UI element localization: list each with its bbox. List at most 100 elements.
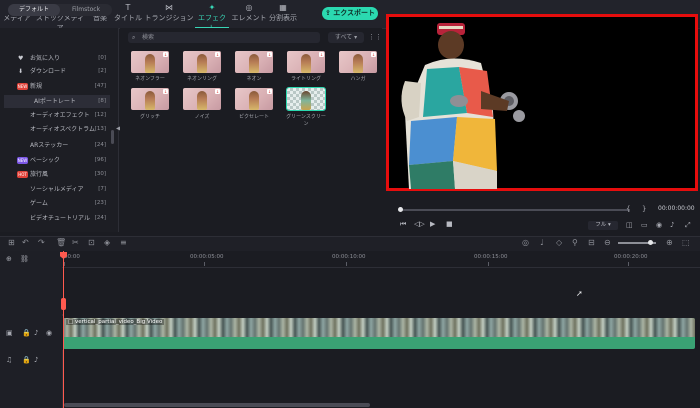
category-ar-stickers[interactable]: ARステッカー [24] xyxy=(0,139,110,152)
ruler-label: 00:00:15:00 xyxy=(474,254,508,260)
layout-icon[interactable]: ⊞ xyxy=(8,238,15,247)
download-icon: ↓ xyxy=(267,52,272,57)
color-icon[interactable]: ◈ xyxy=(104,238,110,247)
track-headers: ⊕ ⛓ ▣ 🔒 ♪ ◉ ♫ 🔒 ♪ xyxy=(0,251,63,408)
play-icon[interactable]: ▶ xyxy=(430,220,435,228)
ruler-label: 00:00:10:00 xyxy=(332,254,366,260)
timeline-scrollbar[interactable] xyxy=(64,403,370,407)
camera-icon[interactable]: ◉ xyxy=(656,221,662,229)
effect-thumbnail[interactable]: ↓ xyxy=(183,51,221,73)
sparkle-icon: ✦ xyxy=(208,3,216,12)
audio-mixer-icon[interactable]: ≡ xyxy=(120,238,127,247)
hot-badge: HOT xyxy=(17,171,28,178)
split-clip-icon[interactable]: ✂ xyxy=(72,238,79,247)
grid-view-icon[interactable]: ⋮⋮ xyxy=(368,32,382,43)
video-track-icon: ▣ xyxy=(6,329,13,337)
undo-icon[interactable]: ↶ xyxy=(22,238,29,247)
download-icon: ↓ xyxy=(215,89,220,94)
audio-track-icon: ♫ xyxy=(6,356,13,364)
category-audio-effects[interactable]: オーディオエフェクト [12] xyxy=(0,109,110,122)
link-icon[interactable]: ⛓ xyxy=(20,255,29,263)
split-screen-icon[interactable]: ⊟ xyxy=(588,238,595,247)
tab-transitions[interactable]: ⋈ トランジション xyxy=(144,3,194,27)
category-scrollbar[interactable] xyxy=(111,130,114,144)
ruler-label: 00:00:05:00 xyxy=(190,254,224,260)
empty-track[interactable] xyxy=(62,268,700,314)
effect-thumbnail[interactable]: ↓ xyxy=(131,88,169,110)
preview-scrubber[interactable] xyxy=(398,207,630,212)
mark-in-icon[interactable]: { xyxy=(626,205,630,213)
display-icon[interactable]: ▭ xyxy=(641,221,648,229)
tab-titles[interactable]: T タイトル xyxy=(113,3,143,27)
lock-icon[interactable]: 🔒 xyxy=(22,329,31,337)
stop-icon[interactable]: ■ xyxy=(446,220,453,228)
export-button[interactable]: ⇪ エクスポート xyxy=(322,7,378,20)
tab-split-screen[interactable]: ▦ 分割表示 xyxy=(269,3,297,27)
zoom-fit-icon[interactable]: ⬚ xyxy=(682,238,690,247)
effect-thumbnail[interactable]: ↓ xyxy=(235,51,273,73)
timeline-ruler[interactable]: 00:00 00:00:05:00 00:00:10:00 00:00:15:0… xyxy=(62,251,700,268)
transition-icon: ⋈ xyxy=(165,3,173,12)
category-travel[interactable]: HOT 旅行風 [30] xyxy=(0,168,110,181)
category-basic[interactable]: NEW ベーシック [96] xyxy=(0,154,110,167)
category-video-tutorial[interactable]: ビデオチュートリアル [24] xyxy=(0,212,110,225)
category-downloads[interactable]: ⬇ ダウンロード [2] xyxy=(0,65,110,78)
quality-dropdown[interactable]: フル ▾ xyxy=(588,221,618,230)
mute-icon[interactable]: ♪ xyxy=(34,356,38,364)
tab-elements[interactable]: ◎ エレメント xyxy=(230,3,268,27)
effect-thumbnail[interactable]: ↓ xyxy=(339,51,377,73)
volume-icon[interactable]: ♪ xyxy=(670,221,674,229)
playhead[interactable] xyxy=(63,251,64,408)
category-audio-spectrum[interactable]: オーディオスペクトラム [13] xyxy=(0,123,110,136)
segment-filmstock[interactable]: Filmstock xyxy=(60,4,112,16)
effect-thumbnail[interactable]: ↓ xyxy=(287,51,325,73)
category-game[interactable]: ゲーム [23] xyxy=(0,197,110,210)
lock-icon[interactable]: 🔒 xyxy=(22,356,31,364)
snap-icon[interactable]: ⚲ xyxy=(572,238,578,247)
download-icon: ↓ xyxy=(215,52,220,57)
category-new[interactable]: NEW 新規 [47] xyxy=(0,80,110,93)
effect-label: ネオンフラー xyxy=(135,76,165,82)
mic-icon[interactable]: ♩ xyxy=(540,238,544,247)
timeline-toolbar: ⊞ ↶ ↷ 🗑 ✂ ⊡ ◈ ≡ ◎ ♩ ◇ ⚲ ⊟ ⊖ ⊕ ⬚ xyxy=(0,236,700,252)
segment-default[interactable]: デフォルト xyxy=(8,4,60,16)
effect-label: ライトリング xyxy=(290,76,321,82)
mark-out-icon[interactable]: } xyxy=(642,205,646,213)
effect-label: ハンガ xyxy=(350,76,366,82)
search-icon: ⌕ xyxy=(132,34,136,41)
delete-icon[interactable]: 🗑 xyxy=(56,238,66,247)
redo-icon[interactable]: ↷ xyxy=(38,238,45,247)
fullscreen-icon[interactable]: ⤢ xyxy=(685,221,691,230)
effect-label: グリッチ xyxy=(139,114,160,120)
search-input[interactable]: ⌕ 検索 xyxy=(128,32,320,43)
heart-icon: ♥ xyxy=(18,55,24,62)
zoom-in-icon[interactable]: ⊕ xyxy=(666,238,673,247)
effect-thumbnail-selected[interactable] xyxy=(286,87,326,111)
effect-thumbnail[interactable]: ↓ xyxy=(183,88,221,110)
video-preview[interactable] xyxy=(386,14,698,191)
zoom-out-icon[interactable]: ⊖ xyxy=(604,238,611,247)
effect-thumbnail[interactable]: ↓ xyxy=(235,88,273,110)
scrubber-handle[interactable] xyxy=(398,207,403,212)
tab-effects[interactable]: ✦エフェクト xyxy=(195,3,229,32)
filter-dropdown[interactable]: すべて ▾ xyxy=(328,32,364,43)
zoom-slider-handle[interactable] xyxy=(648,240,653,245)
category-social-media[interactable]: ソーシャルメディア [7] xyxy=(0,183,110,196)
effect-label: ノイズ xyxy=(194,114,210,120)
snapshot-icon[interactable]: ◫ xyxy=(626,221,633,229)
effect-label: ネオンリング xyxy=(186,76,217,82)
effect-thumbnail[interactable]: ↓ xyxy=(131,51,169,73)
add-track-icon[interactable]: ⊕ xyxy=(6,255,12,263)
marker-icon[interactable]: ◇ xyxy=(556,238,562,247)
previous-frame-icon[interactable]: ⏮ xyxy=(400,220,406,229)
video-clip[interactable]: □ vertical_partial_video_Big Video xyxy=(63,318,695,349)
eye-icon[interactable]: ◉ xyxy=(46,329,52,337)
render-icon[interactable]: ◎ xyxy=(522,238,529,247)
category-favorites[interactable]: ♥ お気に入り [0] xyxy=(0,52,110,65)
library-segment: デフォルト Filmstock xyxy=(8,4,112,16)
mute-icon[interactable]: ♪ xyxy=(34,329,38,337)
play-backward-icon[interactable]: ◁▷ xyxy=(414,220,425,228)
effect-label: ネオン xyxy=(246,76,262,82)
crop-icon[interactable]: ⊡ xyxy=(88,238,95,247)
category-ai-portrait[interactable]: AIポートレート [8] xyxy=(4,95,110,108)
